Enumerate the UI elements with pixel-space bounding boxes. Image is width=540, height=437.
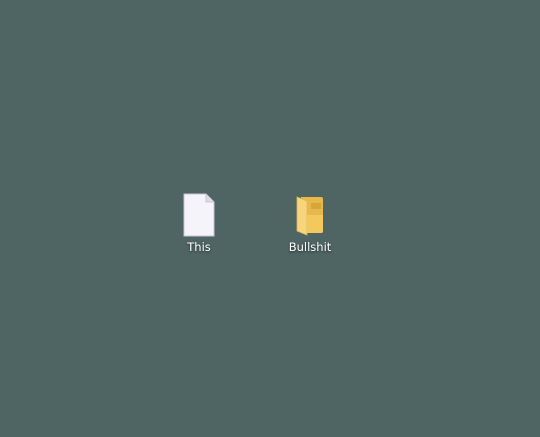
desktop[interactable]: This Bullshit <box>0 0 540 437</box>
desktop-icon-label: Bullshit <box>288 240 332 254</box>
desktop-icon-this[interactable]: This <box>161 193 237 263</box>
folder-icon <box>288 193 332 237</box>
blank-document-icon <box>177 193 221 237</box>
desktop-icon-label: This <box>187 240 211 254</box>
desktop-icon-bullshit[interactable]: Bullshit <box>272 193 348 263</box>
